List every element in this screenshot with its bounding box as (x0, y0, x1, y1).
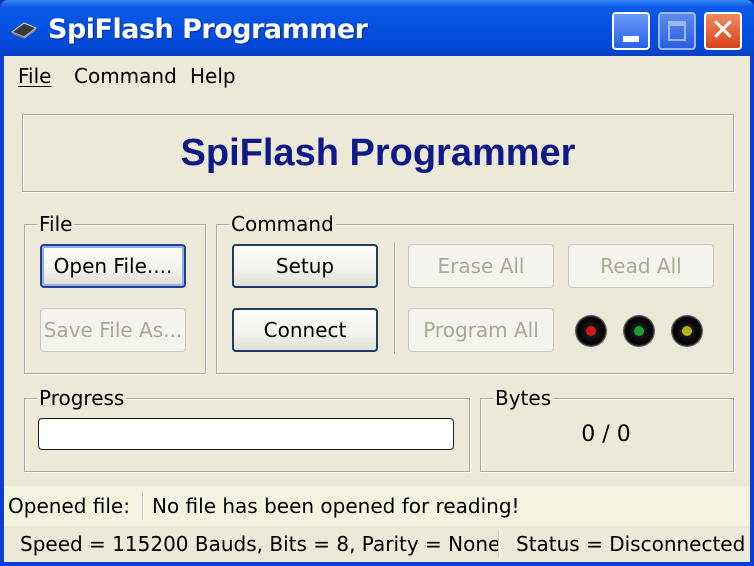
command-group-label: Command (229, 212, 336, 236)
menu-command[interactable]: Command (74, 64, 177, 88)
led-red (576, 316, 606, 346)
menu-help-label: Help (190, 64, 236, 88)
save-file-as-button[interactable]: Save File As... (40, 308, 186, 352)
menu-command-label: Command (74, 64, 177, 88)
led-green (624, 316, 654, 346)
minimize-button[interactable] (612, 12, 650, 50)
led-green-light (634, 326, 644, 336)
chip-icon (11, 22, 37, 39)
maximize-icon (668, 21, 686, 41)
connect-button[interactable]: Connect (232, 308, 378, 352)
window-title: SpiFlash Programmer (48, 14, 368, 45)
close-icon: ✕ (710, 13, 736, 48)
connection-settings: Speed = 115200 Bauds, Bits = 8, Parity =… (20, 532, 501, 556)
bytes-group-label: Bytes (493, 386, 554, 410)
led-yellow (672, 316, 702, 346)
client-area: File Command Help SpiFlash Programmer Fi… (4, 56, 750, 562)
menu-file-label: File (18, 64, 52, 88)
title-bar[interactable]: SpiFlash Programmer ✕ (0, 0, 754, 56)
led-yellow-light (682, 326, 692, 336)
read-all-button[interactable]: Read All (568, 244, 714, 288)
opened-file-statusbar: Opened file: No file has been opened for… (4, 486, 750, 526)
menu-file[interactable]: File (18, 64, 51, 88)
menu-bar: File Command Help (4, 56, 750, 96)
progress-bar (38, 418, 454, 450)
setup-button[interactable]: Setup (232, 244, 378, 288)
bytes-value: 0 / 0 (581, 422, 631, 447)
close-button[interactable]: ✕ (704, 12, 742, 50)
banner-panel: SpiFlash Programmer (22, 114, 734, 192)
opened-file-value: No file has been opened for reading! (152, 494, 520, 518)
app-window: SpiFlash Programmer ✕ File Command Help … (0, 0, 754, 566)
program-all-button[interactable]: Program All (408, 308, 554, 352)
connection-statusbar: Speed = 115200 Bauds, Bits = 8, Parity =… (4, 526, 750, 562)
file-group-label: File (37, 212, 75, 236)
led-red-light (586, 326, 596, 336)
menu-help[interactable]: Help (190, 64, 236, 88)
status-separator (142, 492, 144, 520)
maximize-button[interactable] (658, 12, 696, 50)
opened-file-label: Opened file: (8, 494, 130, 518)
minimize-icon (623, 36, 639, 42)
connection-status: Status = Disconnected (516, 532, 746, 556)
status-separator-2 (498, 530, 500, 558)
open-file-button[interactable]: Open File.... (40, 244, 186, 288)
erase-all-button[interactable]: Erase All (408, 244, 554, 288)
banner-title: SpiFlash Programmer (180, 132, 576, 174)
command-separator (394, 242, 396, 354)
progress-group-label: Progress (37, 386, 127, 410)
